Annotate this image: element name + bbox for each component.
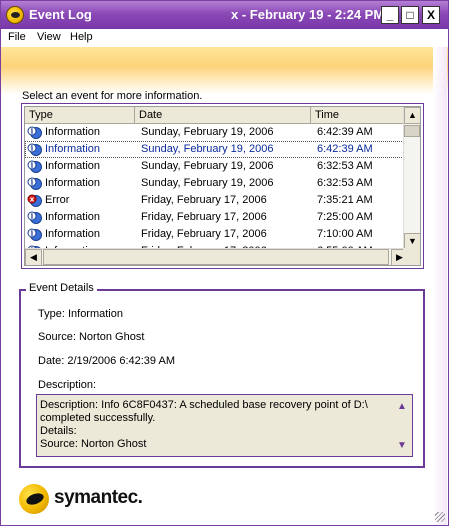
svg-text:i: i xyxy=(31,144,34,153)
description-scroll-down-button[interactable]: ▼ xyxy=(394,438,410,454)
event-time: 6:42:39 AM xyxy=(317,143,373,155)
header-banner xyxy=(1,47,448,95)
detail-date: Date: 2/19/2006 6:42:39 AM xyxy=(38,355,175,367)
menu-help[interactable]: Help xyxy=(70,31,93,43)
symantec-logo-icon xyxy=(19,484,49,514)
list-header: Type Date Time xyxy=(25,107,408,124)
side-stripe xyxy=(433,47,447,525)
close-button[interactable]: X xyxy=(422,6,440,24)
event-row[interactable]: i Information Friday, February 17, 2006 7:1… xyxy=(25,226,408,243)
scroll-up-button[interactable]: ▲ xyxy=(404,107,420,124)
event-list: Type Date Time i Information Sunday, Febru… xyxy=(21,103,424,269)
minimize-button[interactable]: _ xyxy=(381,6,399,24)
detail-type: Type: Information xyxy=(38,308,123,320)
svg-text:i: i xyxy=(31,161,34,170)
menu-bar: File View Help xyxy=(1,29,448,47)
info-icon: i xyxy=(27,143,42,156)
event-time: 7:10:00 AM xyxy=(317,228,373,240)
event-time: 6:32:53 AM xyxy=(317,160,373,172)
event-date: Friday, February 17, 2006 xyxy=(141,228,267,240)
scroll-thumb[interactable] xyxy=(404,125,420,137)
event-row[interactable]: i Information Sunday, February 19, 2006 6:4… xyxy=(25,141,408,158)
event-type: Information xyxy=(45,177,101,189)
info-icon: i xyxy=(27,126,42,139)
event-date: Sunday, February 19, 2006 xyxy=(141,143,274,155)
error-icon: x xyxy=(27,194,42,207)
event-type: Information xyxy=(45,211,101,223)
event-date: Sunday, February 19, 2006 xyxy=(141,160,274,172)
event-row[interactable]: i Information Sunday, February 19, 2006 6:3… xyxy=(25,158,408,175)
description-scrollbar[interactable]: ▲ ▼ xyxy=(393,396,411,455)
app-icon[interactable] xyxy=(6,6,24,24)
svg-text:i: i xyxy=(31,229,34,238)
event-type: Information xyxy=(45,160,101,172)
column-time[interactable]: Time xyxy=(311,107,408,124)
event-type: Information xyxy=(45,143,101,155)
event-type: Error xyxy=(45,194,70,206)
menu-view[interactable]: View xyxy=(37,31,61,43)
list-horizontal-scrollbar[interactable]: ◀ ▶ xyxy=(25,248,408,265)
description-text: Description: Info 6C8F0437: A scheduled … xyxy=(40,399,368,450)
event-time: 7:25:00 AM xyxy=(317,211,373,223)
detail-source: Source: Norton Ghost xyxy=(38,331,145,343)
event-row[interactable]: i Information Sunday, February 19, 2006 6:4… xyxy=(25,124,408,141)
svg-text:i: i xyxy=(31,127,34,136)
scroll-left-button[interactable]: ◀ xyxy=(25,249,42,265)
detail-description-label: Description: xyxy=(38,379,97,391)
event-date: Friday, February 17, 2006 xyxy=(141,211,267,223)
svg-text:i: i xyxy=(31,178,34,187)
event-date: Friday, February 17, 2006 xyxy=(141,194,267,206)
maximize-button[interactable]: □ xyxy=(401,6,419,24)
event-rows: i Information Sunday, February 19, 2006 6:4… xyxy=(25,124,408,260)
event-time: 7:35:21 AM xyxy=(317,194,373,206)
window-title-extra: x - February 19 - 2:24 PM xyxy=(231,7,385,22)
description-textbox[interactable]: Description: Info 6C8F0437: A scheduled … xyxy=(36,394,413,457)
info-icon: i xyxy=(27,211,42,224)
event-date: Sunday, February 19, 2006 xyxy=(141,177,274,189)
event-log-window: Event Log x - February 19 - 2:24 PM _ □ … xyxy=(0,0,449,526)
description-scroll-up-button[interactable]: ▲ xyxy=(394,399,410,415)
info-icon: i xyxy=(27,228,42,241)
event-type: Information xyxy=(45,126,101,138)
column-type[interactable]: Type xyxy=(25,107,135,124)
title-bar[interactable]: Event Log x - February 19 - 2:24 PM _ □ … xyxy=(1,1,448,29)
event-details-legend: Event Details xyxy=(26,282,97,294)
event-row[interactable]: x Error Friday, February 17, 2006 7:35:21 A… xyxy=(25,192,408,209)
svg-text:i: i xyxy=(31,212,34,221)
window-title: Event Log xyxy=(29,7,92,22)
info-icon: i xyxy=(27,160,42,173)
list-vertical-scrollbar[interactable]: ▲ ▼ xyxy=(403,107,420,250)
event-list-prompt: Select an event for more information. xyxy=(22,90,203,102)
event-time: 6:42:39 AM xyxy=(317,126,373,138)
event-type: Information xyxy=(45,228,101,240)
scroll-corner xyxy=(403,248,420,265)
horizontal-scroll-thumb[interactable] xyxy=(43,249,389,265)
column-date[interactable]: Date xyxy=(135,107,311,124)
info-icon: i xyxy=(27,177,42,190)
resize-grip[interactable] xyxy=(435,512,445,522)
event-row[interactable]: i Information Friday, February 17, 2006 7:2… xyxy=(25,209,408,226)
event-row[interactable]: i Information Sunday, February 19, 2006 6:3… xyxy=(25,175,408,192)
symantec-logo-text: symantec. xyxy=(54,487,143,508)
menu-file[interactable]: File xyxy=(8,31,26,43)
svg-text:x: x xyxy=(30,196,35,204)
event-date: Sunday, February 19, 2006 xyxy=(141,126,274,138)
event-time: 6:32:53 AM xyxy=(317,177,373,189)
